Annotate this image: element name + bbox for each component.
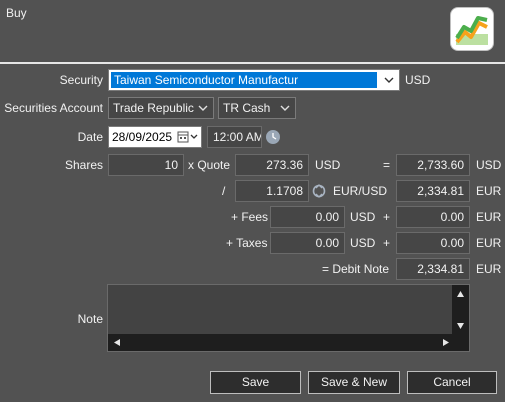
save-button[interactable]: Save [210, 371, 301, 394]
shares-label: Shares [64, 158, 103, 172]
debit-note-label: = Debit Note [322, 262, 390, 276]
fees-converted-input[interactable]: 0.00 [396, 206, 470, 228]
chevron-down-icon[interactable] [193, 98, 213, 118]
taxes-converted-input[interactable]: 0.00 [396, 232, 470, 254]
shares-input[interactable]: 10 [108, 154, 184, 176]
quote-input[interactable]: 273.36 [235, 154, 309, 176]
date-value: 28/09/2025 [112, 130, 173, 144]
chevron-down-icon[interactable] [275, 98, 295, 118]
fees-plus-sign: + [383, 210, 391, 224]
security-label: Security [59, 73, 103, 87]
converted-value-input[interactable]: 2,334.81 [396, 180, 470, 202]
securities-account-combo[interactable]: Trade Republic [108, 97, 214, 119]
taxes-input[interactable]: 0.00 [270, 232, 345, 254]
gross-value-input[interactable]: 2,733.60 [396, 154, 470, 176]
fees-currency: USD [350, 210, 376, 224]
date-picker[interactable]: 28/09/2025 [108, 126, 202, 148]
fees-converted-currency: EUR [476, 210, 502, 224]
security-combo[interactable]: Taiwan Semiconductor Manufactur [108, 69, 400, 91]
time-field[interactable]: 12:00 AM [207, 126, 262, 148]
taxes-label: + Taxes [226, 236, 268, 250]
security-value: Taiwan Semiconductor Manufactur [111, 72, 377, 88]
taxes-plus-sign: + [383, 236, 391, 250]
securities-account-label: Securities Account [4, 101, 103, 115]
securities-account-value: Trade Republic [113, 101, 194, 115]
taxes-converted-currency: EUR [476, 236, 502, 250]
equals-sign: = [383, 158, 391, 172]
chevron-down-icon[interactable] [379, 70, 399, 90]
gross-value-currency: USD [476, 158, 502, 172]
exchange-rate-input[interactable]: 1.1708 [235, 180, 309, 202]
debit-note-value[interactable]: 2,334.81 [396, 258, 470, 280]
note-label: Note [77, 312, 103, 326]
security-currency: USD [405, 73, 431, 87]
save-and-new-button[interactable]: Save & New [308, 371, 400, 394]
x-quote-label: x Quote [188, 158, 231, 172]
header-separator [0, 62, 505, 64]
date-label: Date [77, 130, 103, 144]
divide-sign: / [222, 184, 226, 198]
note-textarea[interactable] [107, 284, 470, 352]
taxes-currency: USD [350, 236, 376, 250]
horizontal-scrollbar[interactable] [108, 334, 469, 351]
fees-label: + Fees [231, 210, 269, 224]
vertical-scrollbar[interactable] [452, 285, 469, 335]
calendar-icon[interactable] [177, 130, 199, 150]
cash-account-value: TR Cash [223, 101, 271, 115]
app-logo-icon [451, 8, 493, 50]
exchange-rate-pair: EUR/USD [333, 184, 388, 198]
quote-currency: USD [315, 158, 341, 172]
converted-value-currency: EUR [476, 184, 502, 198]
clock-icon[interactable] [265, 129, 281, 148]
fees-input[interactable]: 0.00 [270, 206, 345, 228]
debit-note-currency: EUR [476, 262, 502, 276]
cash-account-combo[interactable]: TR Cash [218, 97, 296, 119]
dialog-title: Buy [6, 6, 27, 20]
swap-icon[interactable] [312, 183, 326, 202]
cancel-button[interactable]: Cancel [407, 371, 497, 394]
